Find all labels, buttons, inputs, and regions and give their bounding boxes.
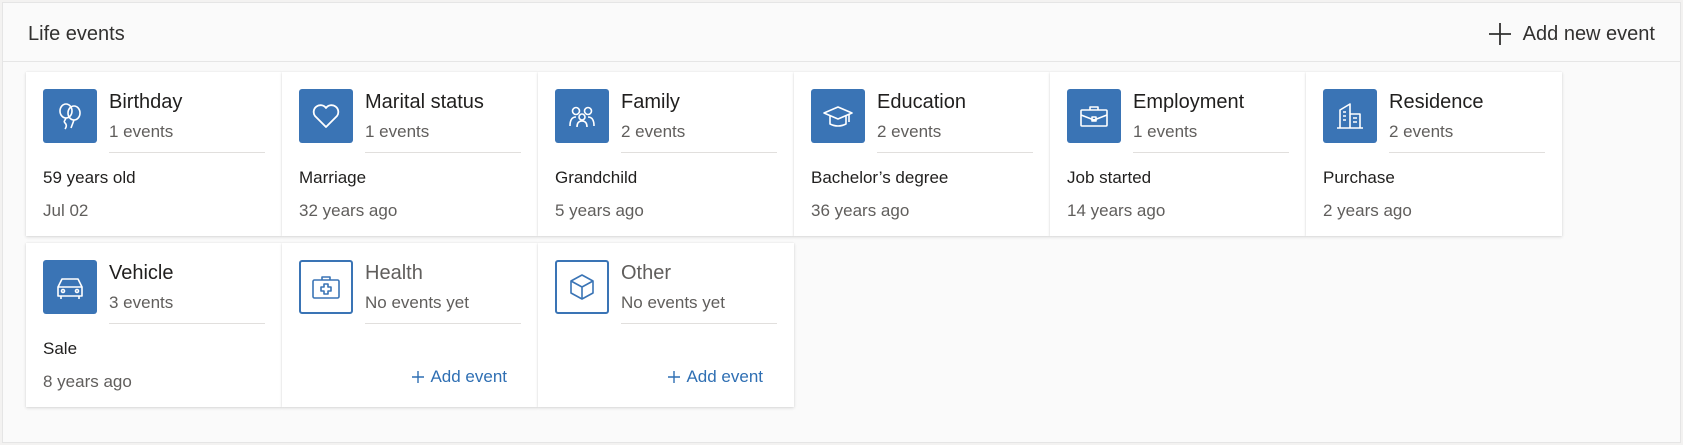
graduation-cap-icon: [811, 89, 865, 143]
cube-icon: [555, 260, 609, 314]
add-event-button[interactable]: Add event: [411, 367, 507, 387]
card-divider: [877, 152, 1033, 153]
life-events-panel: Life events Add new event Birthday 1 eve…: [2, 2, 1681, 443]
card-count: 1 events: [1133, 122, 1198, 141]
medical-kit-icon: [299, 260, 353, 314]
card-divider: [1389, 152, 1545, 153]
card-divider: [109, 152, 265, 153]
card-title: Education: [877, 91, 966, 113]
event-time: 2 years ago: [1323, 201, 1412, 220]
plus-icon: [668, 371, 681, 383]
plus-icon: [412, 371, 425, 383]
event-card-family[interactable]: Family 2 events Grandchild 5 years ago: [538, 72, 794, 236]
car-icon: [43, 260, 97, 314]
card-count: 1 events: [109, 122, 174, 141]
add-event-button[interactable]: Add event: [667, 367, 763, 387]
event-card-residence[interactable]: Residence 2 events Purchase 2 years ago: [1306, 72, 1562, 236]
event-name: Purchase: [1323, 168, 1395, 187]
card-count: 2 events: [621, 122, 686, 141]
event-name: Sale: [43, 339, 78, 358]
card-divider: [109, 323, 265, 324]
card-count: No events yet: [365, 293, 469, 312]
add-event-label: Add event: [686, 367, 763, 386]
event-time: 36 years ago: [811, 201, 910, 220]
card-title: Marital status: [365, 91, 484, 113]
card-title: Employment: [1133, 91, 1245, 113]
event-time: Jul 02: [43, 201, 89, 220]
heart-icon: [299, 89, 353, 143]
panel-title: Life events: [28, 23, 125, 45]
balloons-icon: [43, 89, 97, 143]
card-count: 1 events: [365, 122, 430, 141]
event-name: Bachelor’s degree: [811, 168, 949, 187]
card-count: 2 events: [1389, 122, 1454, 141]
card-title: Other: [621, 262, 672, 284]
add-event-label: Add event: [430, 367, 507, 386]
briefcase-icon: [1067, 89, 1121, 143]
card-title: Residence: [1389, 91, 1484, 113]
event-time: 14 years ago: [1067, 201, 1166, 220]
family-icon: [555, 89, 609, 143]
card-title: Family: [621, 91, 680, 113]
event-name: Grandchild: [555, 168, 638, 187]
add-new-event-label: Add new event: [1522, 22, 1655, 45]
event-name: Job started: [1067, 168, 1152, 187]
event-name: 59 years old: [43, 168, 136, 187]
event-time: 32 years ago: [299, 201, 398, 220]
event-card-vehicle[interactable]: Vehicle 3 events Sale 8 years ago: [26, 243, 282, 407]
plus-icon: [1488, 23, 1511, 45]
card-divider: [621, 323, 777, 324]
card-divider: [621, 152, 777, 153]
event-card-other[interactable]: Other No events yet Add event: [538, 243, 794, 407]
card-divider: [1133, 152, 1289, 153]
event-name: Marriage: [299, 168, 367, 187]
card-count: 2 events: [877, 122, 942, 141]
card-count: 3 events: [109, 293, 174, 312]
card-title: Health: [365, 262, 423, 284]
event-card-birthday[interactable]: Birthday 1 events 59 years old Jul 02: [26, 72, 282, 236]
card-divider: [365, 152, 521, 153]
panel-header: Life events Add new event: [3, 3, 1680, 62]
event-card-education[interactable]: Education 2 events Bachelor’s degree 36 …: [794, 72, 1050, 236]
event-time: 5 years ago: [555, 201, 644, 220]
card-title: Vehicle: [109, 262, 174, 284]
building-icon: [1323, 89, 1377, 143]
event-time: 8 years ago: [43, 372, 132, 391]
card-divider: [365, 323, 521, 324]
event-card-employment[interactable]: Employment 1 events Job started 14 years…: [1050, 72, 1306, 236]
event-card-marital-status[interactable]: Marital status 1 events Marriage 32 year…: [282, 72, 538, 236]
event-card-health[interactable]: Health No events yet Add event: [282, 243, 538, 407]
card-title: Birthday: [109, 91, 183, 113]
add-new-event-button[interactable]: Add new event: [1487, 19, 1655, 49]
card-count: No events yet: [621, 293, 725, 312]
